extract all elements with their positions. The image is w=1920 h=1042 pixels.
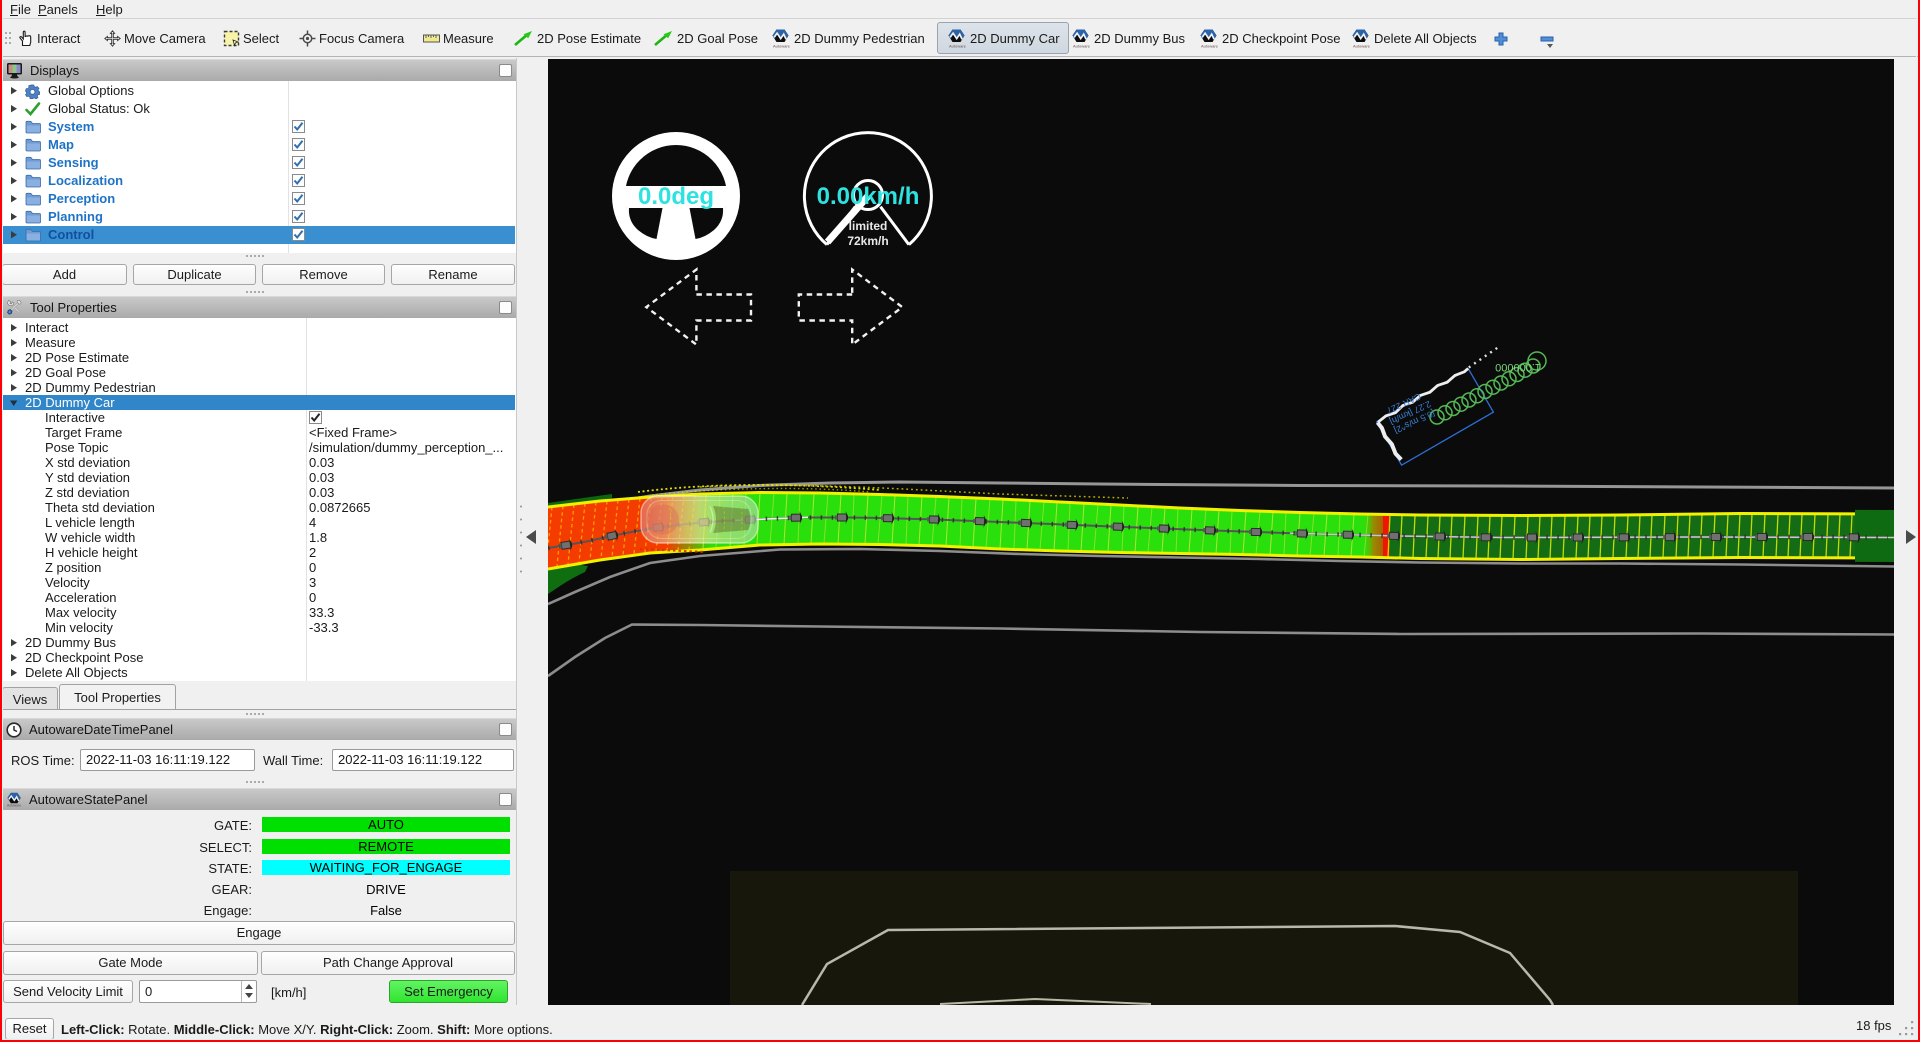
svg-text:0.00km/h: 0.00km/h bbox=[817, 183, 920, 210]
svg-text:0.0deg: 0.0deg bbox=[638, 183, 714, 210]
svg-text:1.000000: 1.000000 bbox=[1495, 361, 1541, 373]
svg-text:Autoware: Autoware bbox=[1353, 44, 1371, 49]
svg-text:Autoware: Autoware bbox=[7, 804, 21, 808]
svg-text:Autoware: Autoware bbox=[1073, 44, 1091, 49]
svg-text:limited: limited bbox=[849, 219, 888, 233]
svg-text:Autoware: Autoware bbox=[1201, 44, 1219, 49]
svg-text:Autoware: Autoware bbox=[949, 44, 967, 49]
svg-text:72km/h: 72km/h bbox=[847, 234, 888, 248]
svg-text:Autoware: Autoware bbox=[773, 44, 791, 49]
